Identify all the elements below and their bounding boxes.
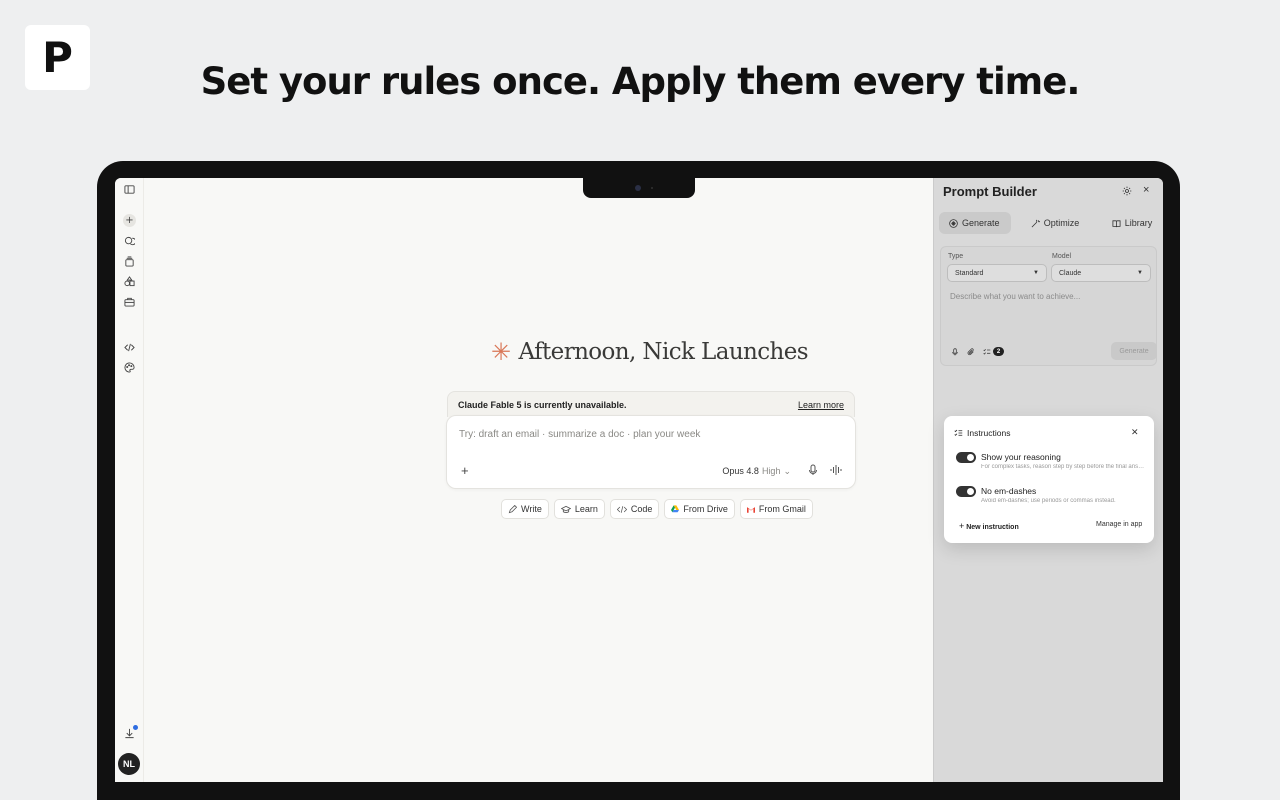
notice-message: Claude Fable 5 is currently unavailable. (458, 399, 627, 410)
toggle-knob (967, 454, 974, 461)
unavailable-notice: Claude Fable 5 is currently unavailable.… (447, 391, 855, 417)
model-selector[interactable]: Opus 4.8 High ⌄ (722, 466, 791, 477)
rule-description: Avoid em-dashes; use periods or commas i… (981, 498, 1116, 504)
gmail-icon (746, 506, 755, 513)
model-label: Model (1052, 253, 1072, 260)
attach-plus-icon[interactable]: + (461, 463, 469, 478)
instructions-toggle[interactable]: 2 (983, 347, 1004, 356)
tab-optimize[interactable]: Optimize (1011, 212, 1099, 234)
caret-down-icon: ▼ (1033, 270, 1039, 276)
voice-mode-icon[interactable] (830, 464, 843, 476)
form-tools: 2 (951, 347, 1004, 356)
quick-action-chips: Write Learn Code From Drive From Gmail (501, 499, 813, 519)
chip-from-gmail[interactable]: From Gmail (739, 499, 813, 519)
toggle-knob (967, 488, 974, 495)
instruction-count-badge: 2 (993, 347, 1004, 356)
plus-icon: + (959, 521, 965, 531)
composer-input[interactable]: Try: draft an email · summarize a doc · … (459, 429, 700, 440)
chip-label: Learn (574, 504, 598, 514)
sidebar-toggle-icon[interactable] (123, 183, 136, 196)
claude-asterisk-icon: ✳ (491, 338, 511, 366)
checklist-icon (954, 429, 963, 436)
page-headline: Set your rules once. Apply them every ti… (200, 60, 1081, 103)
sparkle-circle-icon (949, 218, 958, 228)
type-value: Standard (955, 269, 984, 277)
generate-form: Type Standard ▼ Model Claude ▼ Describe wh… (940, 246, 1157, 366)
artifacts-icon[interactable] (123, 275, 136, 288)
avatar[interactable]: NL (118, 753, 140, 775)
description-input[interactable]: Describe what you want to achieve... (950, 292, 1080, 301)
code-icon[interactable] (123, 341, 136, 354)
notification-badge (133, 725, 138, 730)
chip-label: Write (521, 504, 542, 514)
panel-tabs: Generate Optimize Library (939, 212, 1163, 234)
laptop-notch (583, 178, 695, 198)
google-drive-icon (671, 505, 680, 513)
chip-label: Code (630, 504, 653, 514)
model-value: Claude (1059, 269, 1082, 277)
chip-label: From Drive (683, 504, 728, 514)
app-screen: + NL ✳ Afternoon, Nick Launches Claude F… (115, 178, 1163, 782)
chevron-down-icon: ⌄ (783, 466, 791, 476)
instructions-popover: Instructions ✕ Show your reasoning For c… (944, 416, 1154, 543)
greeting-text: Afternoon, Nick Launches (518, 339, 809, 365)
model-select[interactable]: Claude ▼ (1051, 264, 1151, 282)
close-icon[interactable]: ✕ (1131, 427, 1139, 438)
projects-icon[interactable] (123, 255, 136, 268)
caret-down-icon: ▼ (1137, 270, 1143, 276)
generate-button[interactable]: Generate (1111, 342, 1157, 360)
new-instruction-label: New instruction (966, 524, 1019, 531)
chat-composer[interactable]: Try: draft an email · summarize a doc · … (446, 415, 856, 489)
left-sidebar: + NL (115, 178, 144, 782)
type-select[interactable]: Standard ▼ (947, 264, 1047, 282)
greeting: ✳ Afternoon, Nick Launches (491, 338, 809, 366)
tab-label: Library (1124, 218, 1153, 228)
microphone-icon[interactable] (807, 464, 819, 476)
learn-more-link[interactable]: Learn more (798, 400, 844, 410)
chip-from-drive[interactable]: From Drive (664, 499, 735, 519)
rule-description: For complex tasks, reason step by step b… (981, 464, 1146, 470)
chip-write[interactable]: Write (501, 499, 549, 519)
tab-library[interactable]: Library (1099, 212, 1163, 234)
chip-code[interactable]: Code (609, 499, 660, 519)
checklist-icon (983, 348, 991, 355)
new-chat-icon[interactable]: + (123, 214, 136, 227)
toolbox-icon[interactable] (123, 295, 136, 308)
effort-level: High (761, 466, 781, 476)
prompt-builder-panel: Prompt Builder × Generate Optimize Libra… (933, 178, 1163, 782)
toggle-show-reasoning[interactable] (956, 452, 976, 463)
new-instruction-button[interactable]: + New instruction (959, 521, 1019, 531)
type-label: Type (948, 253, 964, 260)
model-name: Opus 4.8 (722, 466, 759, 476)
rule-title: Show your reasoning (981, 452, 1061, 462)
toggle-no-em-dashes[interactable] (956, 486, 976, 497)
magic-wand-icon (1031, 219, 1040, 227)
close-icon[interactable]: × (1143, 184, 1149, 196)
pencil-icon (508, 504, 517, 513)
camera-icon (635, 185, 641, 191)
chip-learn[interactable]: Learn (553, 499, 605, 519)
microphone-icon[interactable] (951, 347, 959, 356)
code-icon (616, 505, 627, 513)
instructions-title: Instructions (967, 428, 1011, 438)
panel-title: Prompt Builder (943, 184, 1037, 199)
chats-icon[interactable] (123, 235, 136, 248)
tab-label: Generate (962, 218, 1000, 228)
book-icon (1112, 219, 1121, 227)
sensor-dot (651, 187, 653, 189)
graduation-cap-icon (560, 505, 571, 513)
chip-label: From Gmail (758, 504, 806, 514)
manage-in-app-link[interactable]: Manage in app (1096, 521, 1142, 528)
paperclip-icon[interactable] (967, 347, 975, 356)
tab-generate[interactable]: Generate (939, 212, 1011, 234)
gear-icon[interactable] (1122, 186, 1132, 196)
instructions-header: Instructions (954, 428, 1010, 438)
palette-icon[interactable] (123, 361, 136, 374)
download-icon[interactable] (123, 725, 138, 740)
tab-label: Optimize (1043, 218, 1080, 228)
rule-title: No em-dashes (981, 486, 1037, 496)
